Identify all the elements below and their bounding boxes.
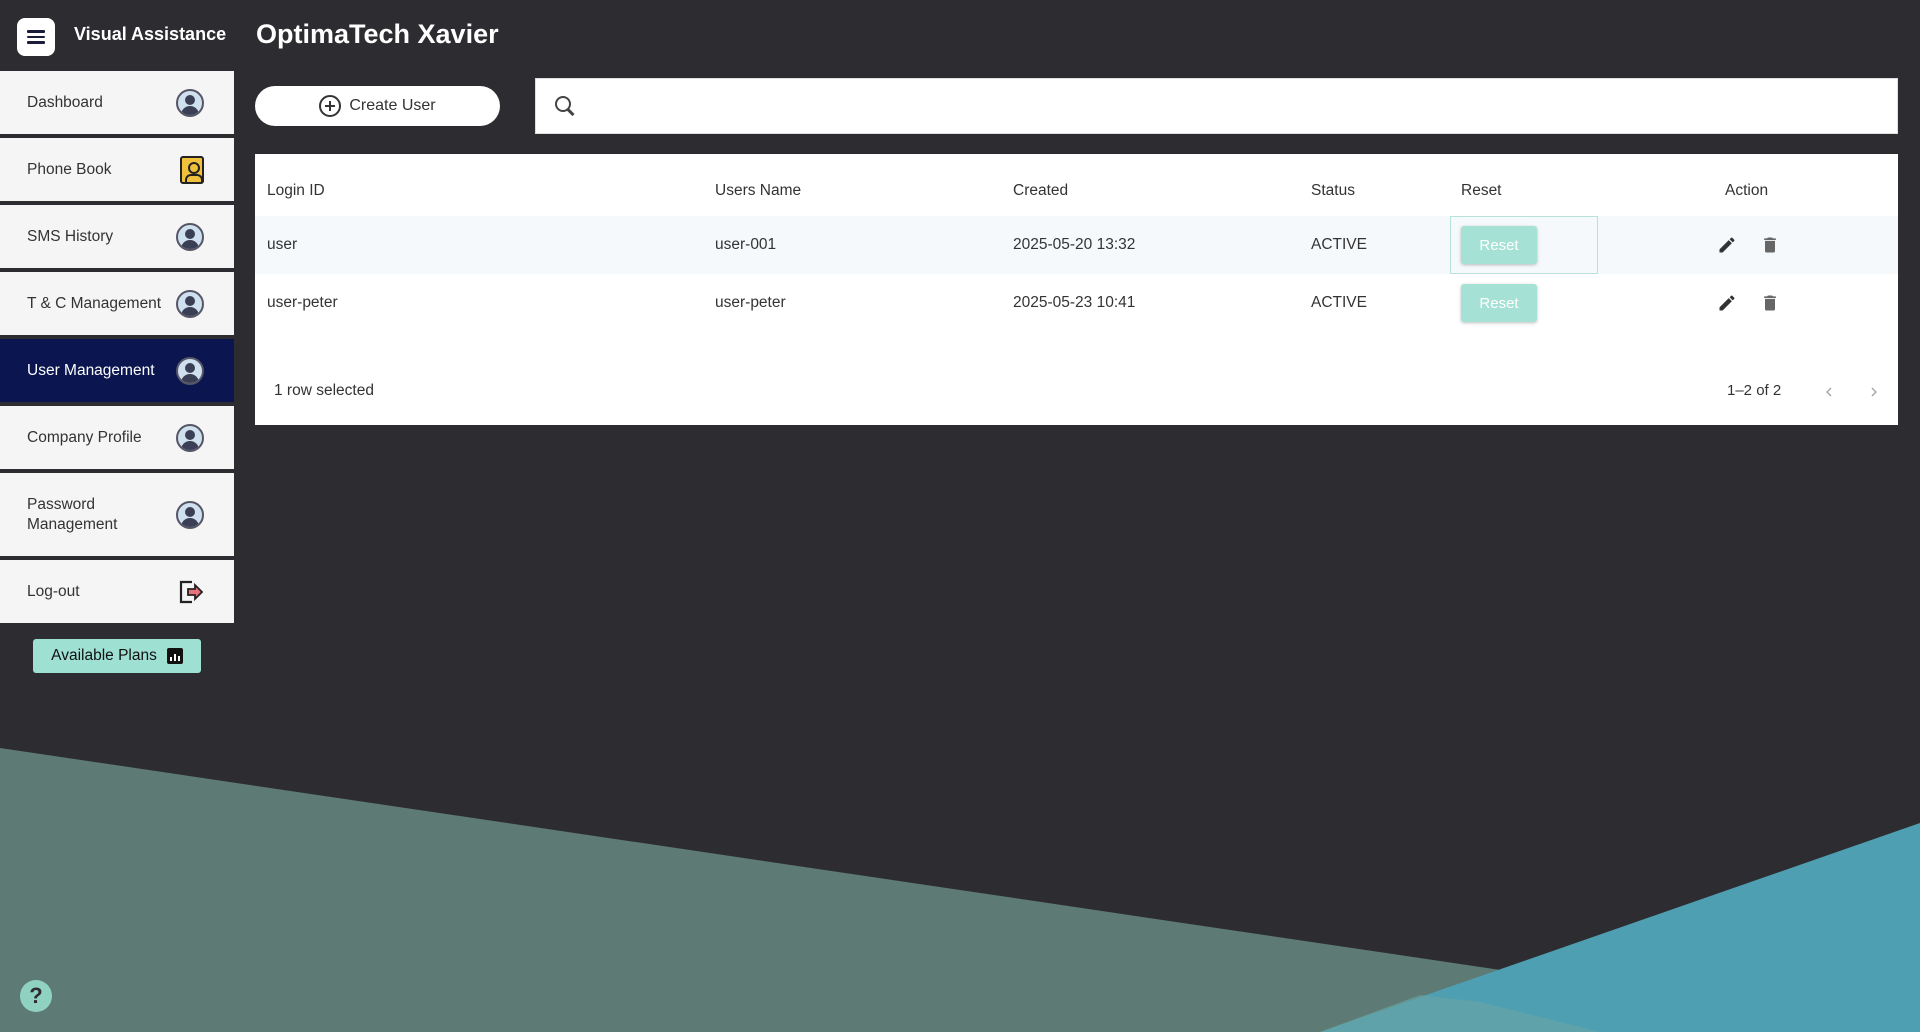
search-input[interactable]	[576, 79, 1897, 133]
chart-icon	[166, 648, 183, 664]
search-bar	[535, 78, 1898, 134]
search-icon	[554, 95, 576, 117]
create-user-label: Create User	[349, 97, 436, 114]
login-id-cell: user-peter	[267, 294, 338, 311]
created-cell: 2025-05-23 10:41	[1013, 294, 1136, 311]
avatar-icon	[176, 423, 204, 452]
phonebook-icon	[180, 155, 204, 184]
sidebar-item-label: Log-out	[27, 582, 80, 600]
reset-button[interactable]: Reset	[1461, 284, 1537, 322]
column-header[interactable]: Status	[1311, 166, 1355, 216]
delete-icon[interactable]	[1760, 235, 1780, 255]
reset-button[interactable]: Reset	[1461, 226, 1537, 264]
table-header-row: Login ID Users Name Created Status Reset…	[255, 166, 1898, 216]
pagination-range: 1–2 of 2	[1727, 382, 1782, 399]
hamburger-icon	[27, 30, 45, 44]
table-row[interactable]: user-peter user-peter 2025-05-23 10:41 A…	[255, 274, 1898, 332]
help-label: ?	[29, 983, 43, 1008]
table-footer: 1 row selected 1–2 of 2	[255, 368, 1898, 418]
column-header[interactable]: Reset	[1461, 166, 1502, 216]
edit-icon[interactable]	[1717, 293, 1737, 313]
delete-icon[interactable]	[1760, 293, 1780, 313]
sidebar-item-sms-history[interactable]: SMS History	[0, 205, 234, 270]
avatar-icon	[176, 289, 204, 318]
sidebar-item-label: Dashboard	[27, 93, 103, 111]
logout-icon	[179, 580, 204, 603]
chevron-right-icon[interactable]	[1865, 383, 1883, 401]
status-cell: ACTIVE	[1311, 294, 1367, 311]
edit-icon[interactable]	[1717, 235, 1737, 255]
created-cell: 2025-05-20 13:32	[1013, 236, 1136, 253]
sidebar-item-user-management[interactable]: User Management	[0, 339, 234, 404]
help-button[interactable]: ?	[20, 980, 52, 1012]
app-name: Visual Assistance	[74, 24, 227, 44]
sidebar-item-label: T & C Management	[27, 294, 162, 312]
sidebar-item-tc-management[interactable]: T & C Management	[0, 272, 234, 337]
selection-count: 1 row selected	[274, 382, 374, 399]
sidebar: Dashboard Phone Book SMS History T & C M…	[0, 71, 234, 627]
sidebar-item-label: Phone Book	[27, 160, 112, 178]
users-table: Login ID Users Name Created Status Reset…	[255, 154, 1898, 425]
available-plans-button[interactable]: Available Plans	[33, 639, 201, 673]
sidebar-item-dashboard[interactable]: Dashboard	[0, 71, 234, 136]
column-header[interactable]: Login ID	[267, 166, 325, 216]
login-id-cell: user	[267, 236, 298, 253]
avatar-icon	[176, 88, 204, 117]
table-row[interactable]: user user-001 2025-05-20 13:32 ACTIVE Re…	[255, 216, 1898, 274]
available-plans-label: Available Plans	[51, 647, 157, 664]
sidebar-item-company-profile[interactable]: Company Profile	[0, 406, 234, 471]
status-cell: ACTIVE	[1311, 236, 1367, 253]
chevron-left-icon[interactable]	[1820, 383, 1838, 401]
create-user-button[interactable]: Create User	[255, 86, 500, 126]
column-header[interactable]: Created	[1013, 166, 1068, 216]
sidebar-item-password-management[interactable]: Password Management	[0, 473, 234, 558]
column-header[interactable]: Users Name	[715, 166, 801, 216]
sidebar-item-logout[interactable]: Log-out	[0, 560, 234, 625]
sidebar-item-label: Company Profile	[27, 428, 142, 446]
sidebar-item-label: SMS History	[27, 227, 114, 245]
sidebar-item-label: User Management	[27, 361, 155, 379]
avatar-icon	[176, 500, 204, 529]
avatar-icon	[176, 222, 204, 251]
add-circle-icon	[319, 95, 342, 117]
menu-button[interactable]	[17, 18, 55, 56]
sidebar-item-phone-book[interactable]: Phone Book	[0, 138, 234, 203]
column-header[interactable]: Action	[1725, 166, 1768, 216]
users-name-cell: user-001	[715, 236, 777, 253]
page-title: OptimaTech Xavier	[256, 19, 499, 49]
sidebar-item-label: Password Management	[27, 495, 118, 533]
avatar-icon	[176, 356, 204, 385]
users-name-cell: user-peter	[715, 294, 786, 311]
